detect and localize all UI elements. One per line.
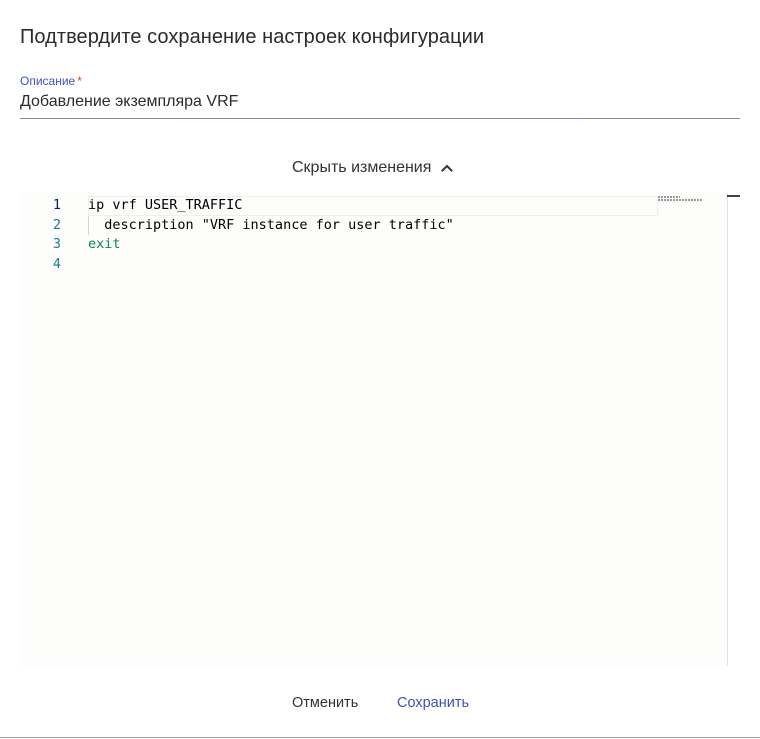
editor-scrollbar[interactable]: [727, 193, 741, 666]
dialog-title: Подтвердите сохранение настроек конфигур…: [20, 26, 485, 48]
hide-changes-toggle[interactable]: Скрыть изменения: [286, 156, 461, 180]
required-asterisk: *: [77, 74, 82, 88]
line-number: 4: [52, 255, 61, 272]
scrollbar-cursor-marker: [727, 195, 740, 197]
description-focus-ripple: [177, 118, 583, 119]
dialog-actions: Отменить Сохранить: [0, 690, 760, 716]
description-field[interactable]: Описание *: [20, 72, 740, 119]
cancel-button[interactable]: Отменить: [286, 690, 364, 716]
line-number-gutter: 1 2 3 4: [20, 196, 70, 274]
code-line: description "VRF instance for user traff…: [88, 216, 454, 233]
description-label: Описание *: [20, 74, 82, 88]
description-input[interactable]: [20, 91, 740, 113]
code-line: ip vrf USER_TRAFFIC: [88, 196, 658, 216]
config-diff-editor[interactable]: 1 2 3 4 ip vrf USER_TRAFFIC description …: [20, 193, 740, 666]
code-area[interactable]: ip vrf USER_TRAFFIC description "VRF ins…: [88, 196, 658, 274]
code-line: exit: [88, 235, 658, 255]
code-keyword-exit: exit: [88, 236, 121, 252]
line-number: 3: [52, 236, 61, 252]
description-label-text: Описание: [20, 74, 76, 88]
confirm-save-dialog: Подтвердите сохранение настроек конфигур…: [0, 0, 760, 738]
minimap-line: [658, 196, 680, 198]
editor-minimap[interactable]: [658, 196, 708, 206]
minimap-line: [658, 199, 702, 201]
save-button[interactable]: Сохранить: [391, 690, 475, 716]
line-number: 2: [52, 216, 61, 233]
chevron-up-icon: [439, 160, 455, 176]
hide-changes-label: Скрыть изменения: [292, 159, 432, 176]
line-number: 1: [52, 197, 61, 213]
